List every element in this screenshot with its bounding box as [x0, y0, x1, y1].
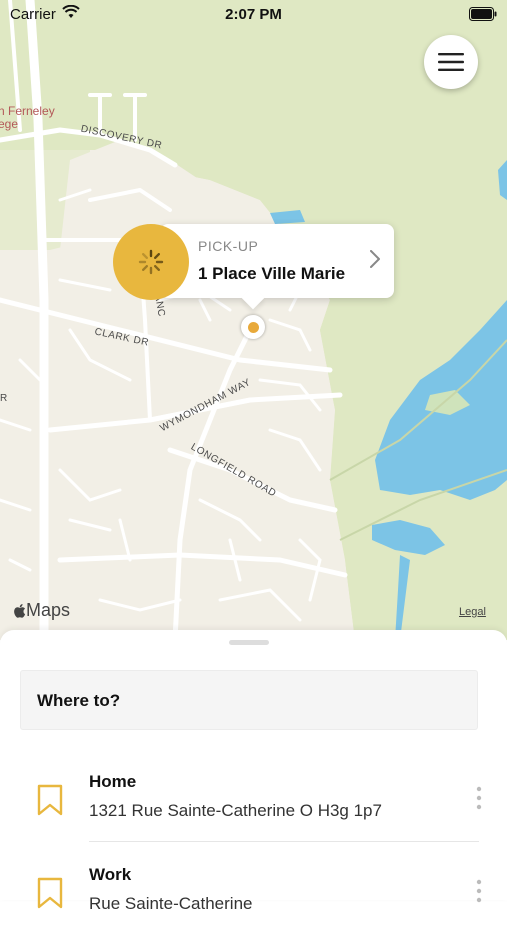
sheet-drag-handle[interactable]: [229, 640, 269, 645]
bottom-sheet[interactable]: Where to? Home 1321 Rue Sainte-Catherine…: [0, 630, 507, 913]
bookmark-icon: [37, 784, 63, 816]
menu-button[interactable]: [424, 35, 478, 89]
apple-logo-icon: [14, 603, 26, 618]
saved-place-work[interactable]: Work Rue Sainte-Catherine: [0, 851, 507, 941]
location-dot: [247, 321, 259, 333]
spinner-icon: [138, 249, 164, 275]
legal-link[interactable]: Legal: [459, 606, 486, 618]
college-label: n Ferneley ege: [0, 104, 55, 131]
destination-search-placeholder: Where to?: [37, 691, 121, 710]
chevron-right-icon: [370, 250, 380, 268]
pickup-label: PICK-UP: [198, 238, 259, 254]
place-address: 1321 Rue Sainte-Catherine O H3g 1p7: [89, 801, 382, 820]
place-title: Home: [89, 772, 137, 791]
current-location-marker[interactable]: [241, 315, 265, 339]
status-bar: Carrier 2:07 PM: [0, 0, 507, 30]
row-divider: [89, 841, 479, 842]
saved-place-home[interactable]: Home 1321 Rue Sainte-Catherine O H3g 1p7: [0, 758, 507, 848]
hamburger-icon: [438, 53, 464, 71]
battery-icon: [469, 7, 497, 21]
pickup-address: 1 Place Ville Marie: [198, 264, 346, 283]
more-vertical-icon[interactable]: [476, 879, 482, 903]
bookmark-icon: [37, 877, 63, 909]
more-vertical-icon[interactable]: [476, 786, 482, 810]
map-view[interactable]: n Ferneleyege DISCOVERY DR CLARK DR TORR…: [0, 0, 507, 640]
apple-maps-attribution: Maps: [12, 600, 70, 621]
street-label-edge: R: [0, 393, 8, 404]
maps-label: Maps: [26, 600, 71, 620]
status-time: 2:07 PM: [225, 6, 282, 23]
pickup-eta-indicator: [113, 224, 189, 300]
place-title: Work: [89, 865, 132, 884]
place-address: Rue Sainte-Catherine: [89, 894, 253, 913]
pickup-callout[interactable]: PICK-UP 1 Place Ville Marie: [160, 224, 394, 298]
destination-search-input[interactable]: Where to?: [20, 670, 478, 730]
